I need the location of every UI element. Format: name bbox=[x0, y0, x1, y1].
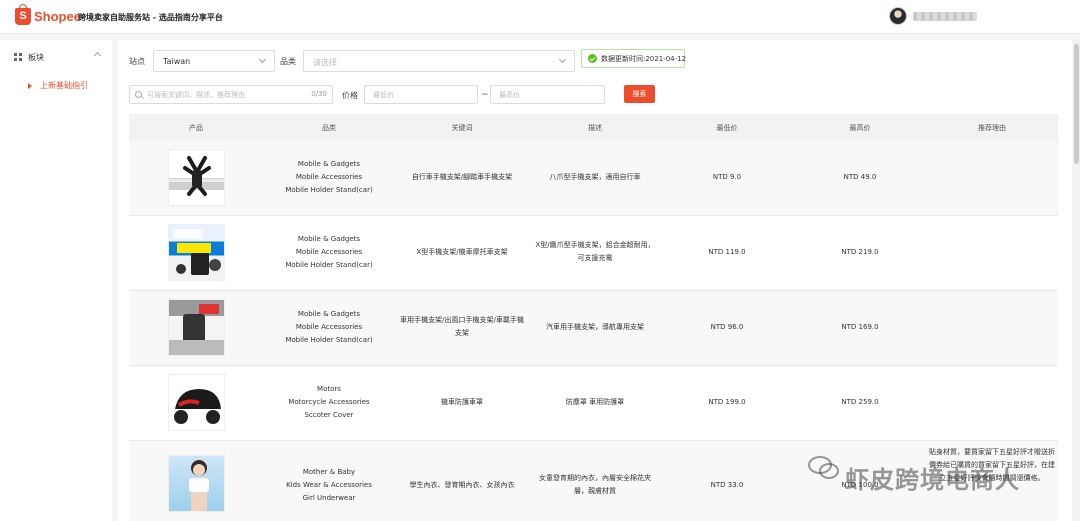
keyword-char-counter: 0/30 bbox=[311, 90, 327, 98]
max-price-cell: NTD 259.0 bbox=[841, 398, 879, 406]
grid-icon bbox=[14, 53, 22, 61]
th-min-price: 最低价 bbox=[716, 124, 738, 132]
category-level-3: Mobile Holder Stand(car) bbox=[285, 336, 373, 344]
table-row[interactable]: Mobile & Gadgets Mobile Accessories Mobi… bbox=[129, 141, 1058, 216]
keywords-cell: 車用手機支架/出風口手機支架/車載手機支架 bbox=[400, 316, 524, 337]
th-keywords: 关键词 bbox=[451, 124, 473, 132]
site-label: 站点 bbox=[129, 57, 145, 66]
caret-right-icon bbox=[28, 82, 32, 89]
category-select-placeholder: 请选择 bbox=[313, 58, 337, 67]
category-level-3: Sccoter Cover bbox=[304, 411, 354, 419]
description-cell: X型/鷹爪型手機支架，鋁合金超耐用，可支援充電 bbox=[535, 241, 655, 262]
th-max-price: 最高价 bbox=[849, 124, 871, 132]
category-level-2: Mobile Accessories bbox=[295, 173, 363, 181]
category-level-2: Motorcycle Accessories bbox=[288, 398, 370, 406]
category-level-1: Mother & Baby bbox=[302, 468, 356, 476]
category-cell: Mobile & Gadgets Mobile Accessories Mobi… bbox=[285, 233, 372, 272]
price-range-separator: ~ bbox=[481, 90, 489, 100]
category-cell: Mother & Baby Kids Wear & Accessories Gi… bbox=[286, 466, 372, 505]
keyword-search-input[interactable]: 可搜索关键词、描述、推荐理由 0/30 bbox=[129, 85, 333, 104]
scrollbar-thumb[interactable] bbox=[1074, 44, 1079, 164]
page-scrollbar[interactable] bbox=[1073, 40, 1080, 521]
category-cell: Motors Motorcycle Accessories Sccoter Co… bbox=[288, 383, 369, 422]
description-cell: 汽車用手機支架，導航專用支架 bbox=[546, 323, 644, 331]
product-image[interactable] bbox=[168, 149, 225, 206]
table-row[interactable]: Mobile & Gadgets Mobile Accessories Mobi… bbox=[129, 291, 1058, 366]
category-cell: Mobile & Gadgets Mobile Accessories Mobi… bbox=[285, 308, 372, 347]
th-description: 描述 bbox=[588, 124, 602, 132]
category-level-3: Girl Underwear bbox=[302, 494, 356, 502]
max-price-cell: NTD 49.0 bbox=[843, 173, 877, 181]
chevron-down-icon bbox=[258, 55, 267, 64]
data-update-text: 数据更新时间:2021-04-12 bbox=[601, 54, 687, 63]
min-price-cell: NTD 119.0 bbox=[708, 248, 746, 256]
chevron-up-icon bbox=[93, 51, 102, 60]
sidebar-item-label: 上新基础指引 bbox=[40, 81, 88, 90]
watermark-text: 虾皮跨境电商人 bbox=[845, 466, 1020, 494]
category-level-3: Mobile Holder Stand(car) bbox=[285, 261, 373, 269]
min-price-cell: NTD 9.0 bbox=[712, 173, 742, 181]
category-cell: Mobile & Gadgets Mobile Accessories Mobi… bbox=[285, 158, 372, 197]
site-title: 跨境卖家自助服务站 - 选品指南分享平台 bbox=[78, 13, 223, 22]
category-label: 品类 bbox=[280, 57, 296, 66]
main-panel: 站点 Taiwan 品类 请选择 数据更新时间:2021-04-12 可搜索关键… bbox=[118, 40, 1072, 521]
brand-name: Shopee bbox=[34, 9, 81, 24]
category-select[interactable]: 请选择 bbox=[303, 50, 575, 72]
sidebar-item-new-listing-guide[interactable]: 上新基础指引 bbox=[28, 80, 88, 91]
table-row[interactable]: Motors Motorcycle Accessories Sccoter Co… bbox=[129, 366, 1058, 441]
th-product: 产品 bbox=[189, 124, 203, 132]
category-level-2: Mobile Accessories bbox=[295, 323, 363, 331]
max-price-cell: NTD 219.0 bbox=[841, 248, 879, 256]
brand-mark: S bbox=[19, 10, 27, 22]
min-price-cell: NTD 199.0 bbox=[708, 398, 746, 406]
max-price-cell: NTD 169.0 bbox=[841, 323, 879, 331]
description-cell: 女童發育期的內衣，內層安全棉花夾層，親膚材質 bbox=[539, 474, 651, 495]
product-image[interactable] bbox=[168, 455, 225, 512]
sidebar-section-label: 板块 bbox=[28, 52, 44, 62]
category-level-3: Mobile Holder Stand(car) bbox=[285, 186, 373, 194]
keywords-cell: 學生內衣、發育期內衣、女孩內衣 bbox=[409, 481, 515, 489]
shopee-bag-icon: S bbox=[15, 4, 31, 25]
category-level-2: Kids Wear & Accessories bbox=[286, 481, 372, 489]
shopee-logo[interactable]: S Shopee bbox=[15, 4, 81, 25]
wechat-icon bbox=[808, 456, 839, 479]
category-level-2: Mobile Accessories bbox=[295, 248, 363, 256]
product-image[interactable] bbox=[168, 374, 225, 431]
description-cell: 防塵罩 車用防護罩 bbox=[565, 398, 625, 406]
category-level-1: Motors bbox=[317, 385, 341, 393]
min-price-cell: NTD 33.0 bbox=[710, 481, 744, 489]
search-button[interactable]: 搜索 bbox=[624, 85, 655, 103]
category-level-1: Mobile & Gadgets bbox=[297, 160, 361, 168]
sidebar: 板块 上新基础指引 bbox=[0, 40, 112, 521]
min-price-cell: NTD 96.0 bbox=[710, 323, 744, 331]
keyword-placeholder: 可搜索关键词、描述、推荐理由 bbox=[147, 91, 245, 99]
avatar[interactable] bbox=[889, 7, 907, 25]
sidebar-section-board[interactable]: 板块 bbox=[14, 50, 106, 64]
th-reason: 推荐理由 bbox=[978, 124, 1006, 132]
site-select[interactable]: Taiwan bbox=[153, 50, 275, 72]
keywords-cell: 機車防護車罩 bbox=[441, 398, 483, 406]
max-price-input[interactable]: 最高价 bbox=[490, 85, 605, 104]
table-header: 产品 品类 关键词 描述 最低价 最高价 推荐理由 bbox=[129, 114, 1058, 141]
data-update-badge: 数据更新时间:2021-04-12 bbox=[581, 49, 687, 68]
site-select-value: Taiwan bbox=[163, 57, 191, 66]
search-icon bbox=[135, 91, 142, 98]
chevron-down-icon bbox=[558, 55, 567, 64]
username-redacted[interactable] bbox=[913, 12, 977, 21]
category-level-1: Mobile & Gadgets bbox=[297, 235, 361, 243]
keywords-cell: 自行車手機支架/腳踏車手機支架 bbox=[411, 173, 513, 181]
min-price-input[interactable]: 最低价 bbox=[364, 85, 478, 104]
table-row[interactable]: Mobile & Gadgets Mobile Accessories Mobi… bbox=[129, 216, 1058, 291]
keywords-cell: X型手機支架/機車摩托車支架 bbox=[416, 248, 508, 256]
description-cell: 八爪型手機支架，適用自行車 bbox=[549, 173, 641, 181]
max-price-placeholder: 最高价 bbox=[499, 91, 520, 99]
min-price-placeholder: 最低价 bbox=[373, 91, 394, 99]
category-level-1: Mobile & Gadgets bbox=[297, 310, 361, 318]
top-bar: S Shopee 跨境卖家自助服务站 - 选品指南分享平台 bbox=[0, 0, 1080, 34]
th-category: 品类 bbox=[322, 124, 336, 132]
price-label: 价格 bbox=[342, 91, 358, 100]
product-image[interactable] bbox=[168, 224, 225, 281]
check-circle-icon bbox=[588, 54, 597, 63]
product-image[interactable] bbox=[168, 299, 225, 356]
